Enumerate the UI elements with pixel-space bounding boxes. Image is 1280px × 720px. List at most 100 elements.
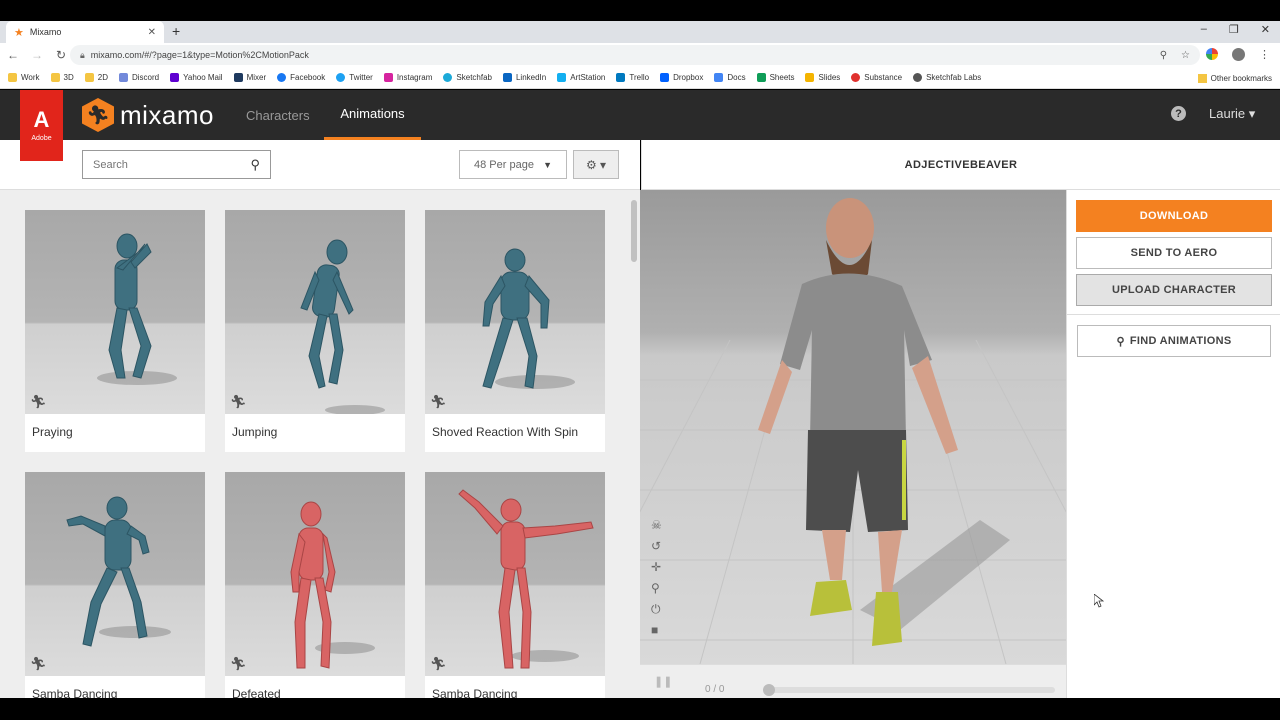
bookmark-item[interactable]: Substance — [851, 73, 902, 82]
figure-samba-red — [458, 489, 594, 669]
bookmark-item[interactable]: Docs — [714, 73, 746, 82]
bookmarks-bar: Work 3D 2D Discord Yahoo Mail Mixer Face… — [0, 67, 1280, 89]
bookmark-item[interactable]: Sketchfab Labs — [913, 73, 981, 82]
back-icon[interactable]: ← — [2, 48, 24, 62]
bookmark-item[interactable]: 2D — [84, 73, 108, 82]
animation-label: Samba Dancing — [432, 687, 518, 698]
restore-icon[interactable]: ❐ — [1229, 23, 1239, 36]
animation-label: Shoved Reaction With Spin — [432, 425, 579, 439]
motion-icon: 🏃︎ — [430, 394, 447, 409]
per-page-value: 48 Per page — [474, 158, 534, 171]
reset-view-icon[interactable]: ↺ — [651, 539, 662, 554]
viewport-tools: ☠ ↺ ✛ ⚲ ⏻ ■ — [651, 518, 662, 638]
frame-counter: 0 / 0 — [705, 684, 725, 695]
animation-label: Jumping — [232, 425, 278, 439]
zoom-icon[interactable]: ⚲ — [1160, 50, 1167, 61]
per-page-select[interactable]: 48 Per page ▼ — [459, 150, 567, 179]
trello-icon — [616, 73, 626, 82]
grid-scrollbar[interactable] — [630, 200, 638, 698]
bookmark-item[interactable]: Mixer — [233, 73, 266, 82]
window-controls: – ❐ ✕ — [1201, 23, 1270, 36]
browser-toolbar: ⚲ 48 Per page ▼ ⚙︎ ▾ — [0, 140, 640, 190]
timeline-slider[interactable] — [763, 684, 1055, 696]
bookmark-item[interactable]: Dropbox — [660, 73, 703, 82]
animation-card[interactable]: 🏃︎ Samba Dancing — [25, 472, 205, 698]
bookmark-item[interactable]: Sketchfab — [443, 73, 492, 82]
pan-icon[interactable]: ✛ — [651, 560, 662, 575]
bookmark-item[interactable]: Slides — [805, 73, 840, 82]
bookmark-item[interactable]: Yahoo Mail — [170, 73, 223, 82]
bookmark-item[interactable]: Twitter — [336, 73, 373, 82]
animation-card[interactable]: 🏃︎ Shoved Reaction With Spin — [425, 210, 605, 452]
divider — [1067, 314, 1280, 315]
mixamo-logo[interactable]: 🏃︎ mixamo — [82, 98, 214, 132]
dropbox-icon — [660, 73, 670, 82]
timeline-handle[interactable] — [763, 684, 775, 696]
settings-dropdown[interactable]: ⚙︎ ▾ — [573, 150, 619, 179]
bookmark-item[interactable]: LinkedIn — [502, 73, 546, 82]
animation-browser: ⚲ 48 Per page ▼ ⚙︎ ▾ — [0, 140, 640, 698]
3d-viewport[interactable] — [640, 190, 1066, 664]
figure-jumping — [300, 239, 385, 414]
nav-characters[interactable]: Characters — [246, 90, 310, 140]
upload-character-button[interactable]: UPLOAD CHARACTER — [1076, 274, 1272, 306]
bookmark-item[interactable]: Sheets — [756, 73, 794, 82]
search-icon[interactable]: ⚲ — [250, 157, 260, 173]
sketchfab-labs-icon — [913, 73, 923, 82]
tab-close-icon[interactable]: ✕ — [148, 27, 156, 38]
animation-card[interactable]: 🏃︎ Defeated — [225, 472, 405, 698]
adobe-logo[interactable]: A Adobe — [20, 90, 63, 161]
zoom-icon[interactable]: ⚲ — [651, 581, 662, 596]
nav-animations[interactable]: Animations — [324, 90, 421, 140]
gear-icon: ⚙︎ ▾ — [585, 157, 607, 172]
url-input[interactable]: 🔒︎ mixamo.com/#/?page=1&type=Motion%2CMo… — [70, 45, 1200, 65]
mixamo-header: A Adobe 🏃︎ mixamo Characters Animations … — [0, 90, 1280, 161]
motion-icon: 🏃︎ — [30, 394, 47, 409]
search-input[interactable] — [93, 158, 243, 171]
address-bar-row: ← → ↻ 🔒︎ mixamo.com/#/?page=1&type=Motio… — [0, 43, 1280, 67]
bookmark-item[interactable]: Trello — [616, 73, 649, 82]
animation-thumbnail: 🏃︎ — [425, 210, 605, 414]
animation-card[interactable]: 🏃︎ Jumping — [225, 210, 405, 452]
url-text: mixamo.com/#/?page=1&type=Motion%2CMotio… — [90, 50, 309, 60]
sheets-icon — [756, 73, 766, 82]
bookmark-star-icon[interactable]: ☆ — [1181, 50, 1190, 61]
scrollbar-thumb[interactable] — [631, 200, 637, 262]
facebook-icon — [277, 73, 287, 82]
new-tab-icon[interactable]: + — [172, 23, 180, 39]
power-icon[interactable]: ⏻ — [651, 602, 662, 617]
adobe-label: Adobe — [31, 135, 52, 142]
browser-tab[interactable]: ★ Mixamo ✕ — [6, 21, 164, 43]
bookmark-item[interactable]: 3D — [50, 73, 74, 82]
extension-icon[interactable] — [1206, 48, 1218, 60]
download-button[interactable]: DOWNLOAD — [1076, 200, 1272, 232]
send-to-aero-button[interactable]: SEND TO AERO — [1076, 237, 1272, 269]
mixamo-favicon-icon: ★ — [14, 26, 24, 39]
animation-card[interactable]: 🏃︎ Samba Dancing — [425, 472, 605, 698]
browser-menu-icon[interactable]: ⋮ — [1259, 48, 1270, 61]
animation-thumbnail: 🏃︎ — [425, 472, 605, 676]
bookmark-item[interactable]: Discord — [119, 73, 159, 82]
mixer-icon — [233, 73, 243, 82]
profile-avatar[interactable] — [1232, 48, 1245, 61]
camera-icon[interactable]: ■ — [651, 623, 662, 638]
animation-card[interactable]: 🏃︎ Praying — [25, 210, 205, 452]
close-window-icon[interactable]: ✕ — [1261, 23, 1270, 36]
pause-icon[interactable]: ❚❚ — [654, 675, 672, 688]
animation-label: Defeated — [232, 687, 281, 698]
forward-icon[interactable]: → — [26, 48, 48, 62]
bookmark-item[interactable]: Work — [8, 73, 40, 82]
skeleton-icon[interactable]: ☠ — [651, 518, 662, 533]
find-animations-button[interactable]: ⚲ FIND ANIMATIONS — [1077, 325, 1271, 357]
minimize-icon[interactable]: – — [1201, 23, 1207, 36]
bookmark-item[interactable]: ArtStation — [557, 73, 605, 82]
help-icon[interactable]: ? — [1171, 106, 1186, 121]
mixamo-runner-icon: 🏃︎ — [82, 98, 114, 132]
bookmark-item[interactable]: Instagram — [383, 73, 432, 82]
bookmark-item[interactable]: Facebook — [277, 73, 325, 82]
user-menu[interactable]: Laurie ▾ — [1209, 106, 1255, 122]
folder-icon — [8, 73, 17, 82]
reload-icon[interactable]: ↻ — [50, 48, 72, 62]
docs-icon — [714, 73, 724, 82]
other-bookmarks[interactable]: Other bookmarks — [1197, 67, 1272, 88]
